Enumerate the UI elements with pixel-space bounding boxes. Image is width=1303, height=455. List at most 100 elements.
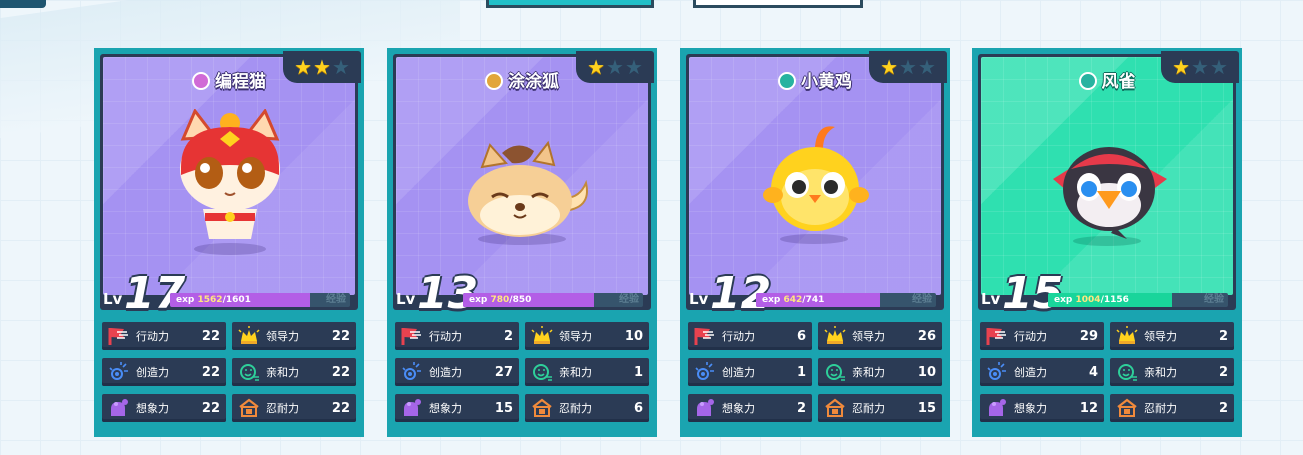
endurance-icon bbox=[238, 398, 260, 418]
smile-icon bbox=[531, 362, 553, 382]
exp-bar: exp 780/850 经验 bbox=[463, 293, 643, 307]
stat-row: 忍耐力 22 bbox=[232, 394, 356, 422]
stat-row: 行动力 22 bbox=[102, 322, 226, 350]
stat-name: 创造力 bbox=[722, 366, 755, 379]
idea-icon bbox=[401, 362, 423, 382]
level-label: Lv bbox=[981, 290, 1001, 308]
stat-row: 行动力 29 bbox=[980, 322, 1104, 350]
flag-run-icon bbox=[401, 326, 423, 346]
chick-character-icon bbox=[759, 119, 879, 253]
pet-name: 风雀 bbox=[1101, 72, 1136, 92]
stat-value: 15 bbox=[917, 400, 936, 416]
stat-name: 领导力 bbox=[1144, 330, 1177, 343]
stat-row: 行动力 6 bbox=[688, 322, 812, 350]
exp-current: 1562 bbox=[197, 295, 223, 305]
element-type-icon bbox=[778, 72, 796, 90]
pet-card[interactable]: 涂涂狐 ★ ★ ★ Lv 13 exp 780/850 经验 行动力 2 领导力… bbox=[387, 48, 657, 437]
stat-row: 忍耐力 15 bbox=[818, 394, 942, 422]
stat-row: 行动力 2 bbox=[395, 322, 519, 350]
stat-value: 1 bbox=[796, 364, 806, 380]
card-art: 小黄鸡 bbox=[689, 57, 941, 295]
exp-current: 780 bbox=[490, 295, 510, 305]
stat-value: 2 bbox=[796, 400, 806, 416]
stat-name: 领导力 bbox=[852, 330, 885, 343]
stat-value: 22 bbox=[331, 364, 350, 380]
cat-character-icon bbox=[165, 108, 295, 263]
level-row: Lv 12 exp 642/741 经验 bbox=[686, 272, 944, 316]
card-art: 风雀 bbox=[981, 57, 1233, 295]
stat-name: 忍耐力 bbox=[559, 402, 592, 415]
stat-row: 领导力 2 bbox=[1110, 322, 1234, 350]
pet-name: 涂涂狐 bbox=[508, 72, 559, 92]
level-row: Lv 15 exp 1004/1156 经验 bbox=[978, 272, 1236, 316]
endurance-icon bbox=[824, 398, 846, 418]
stat-row: 亲和力 10 bbox=[818, 358, 942, 386]
stat-name: 行动力 bbox=[429, 330, 462, 343]
pet-card[interactable]: 小黄鸡 ★ ★ ★ Lv 12 exp 642/741 经验 行动力 6 领导力… bbox=[680, 48, 950, 437]
stat-row: 想象力 12 bbox=[980, 394, 1104, 422]
tab-active[interactable] bbox=[486, 0, 654, 8]
smile-icon bbox=[1116, 362, 1138, 382]
bird-character-icon bbox=[1045, 129, 1175, 253]
stat-row: 亲和力 1 bbox=[525, 358, 649, 386]
stat-value: 6 bbox=[796, 328, 806, 344]
card-art: 编程猫 bbox=[103, 57, 355, 295]
stat-name: 忍耐力 bbox=[266, 402, 299, 415]
exp-current: 1004 bbox=[1075, 295, 1101, 305]
stat-row: 忍耐力 6 bbox=[525, 394, 649, 422]
exp-tag: 经验 bbox=[912, 294, 932, 305]
star-rating: ★ ★ ★ bbox=[869, 51, 947, 83]
level-label: Lv bbox=[689, 290, 709, 308]
stat-value: 22 bbox=[201, 364, 220, 380]
stat-name: 想象力 bbox=[136, 402, 169, 415]
stat-value: 2 bbox=[1218, 328, 1228, 344]
exp-tag: 经验 bbox=[326, 294, 346, 305]
stat-name: 想象力 bbox=[1014, 402, 1047, 415]
stat-row: 忍耐力 2 bbox=[1110, 394, 1234, 422]
star-rating: ★ ★ ★ bbox=[576, 51, 654, 83]
crown-icon bbox=[1116, 326, 1138, 346]
stat-row: 领导力 22 bbox=[232, 322, 356, 350]
stat-value: 15 bbox=[494, 400, 513, 416]
star-rating: ★ ★ ★ bbox=[283, 51, 361, 83]
crown-icon bbox=[531, 326, 553, 346]
stat-name: 领导力 bbox=[559, 330, 592, 343]
flag-run-icon bbox=[108, 326, 130, 346]
stat-row: 领导力 10 bbox=[525, 322, 649, 350]
star-icon: ★ bbox=[294, 55, 313, 79]
thought-icon bbox=[986, 398, 1008, 418]
stat-row: 创造力 22 bbox=[102, 358, 226, 386]
exp-bar: exp 642/741 经验 bbox=[756, 293, 936, 307]
exp-total: /1156 bbox=[1100, 295, 1129, 305]
star-icon: ★ bbox=[899, 55, 917, 79]
stat-value: 22 bbox=[331, 328, 350, 344]
idea-icon bbox=[986, 362, 1008, 382]
exp-total: /1601 bbox=[222, 295, 251, 305]
level-label: Lv bbox=[103, 290, 123, 308]
stat-name: 创造力 bbox=[1014, 366, 1047, 379]
star-icon: ★ bbox=[606, 55, 624, 79]
star-icon: ★ bbox=[624, 55, 643, 79]
exp-tag: 经验 bbox=[619, 294, 639, 305]
pet-name: 小黄鸡 bbox=[801, 72, 852, 92]
pet-name: 编程猫 bbox=[215, 72, 266, 92]
idea-icon bbox=[108, 362, 130, 382]
stat-value: 4 bbox=[1088, 364, 1098, 380]
pet-card[interactable]: 编程猫 ★ ★ ★ Lv 17 exp 1562/1601 经验 行动力 22 … bbox=[94, 48, 364, 437]
exp-tag: 经验 bbox=[1204, 294, 1224, 305]
stat-name: 亲和力 bbox=[559, 366, 592, 379]
level-row: Lv 13 exp 780/850 经验 bbox=[393, 272, 651, 316]
tab-normal[interactable] bbox=[693, 0, 863, 8]
stat-value: 6 bbox=[633, 400, 643, 416]
crown-icon bbox=[238, 326, 260, 346]
star-icon: ★ bbox=[1191, 55, 1209, 79]
stat-name: 行动力 bbox=[722, 330, 755, 343]
idea-icon bbox=[694, 362, 716, 382]
exp-total: /741 bbox=[802, 295, 825, 305]
stat-value: 1 bbox=[633, 364, 643, 380]
pet-card[interactable]: 风雀 ★ ★ ★ Lv 15 exp 1004/1156 经验 行动力 29 领… bbox=[972, 48, 1242, 437]
stat-value: 12 bbox=[1079, 400, 1098, 416]
stat-name: 创造力 bbox=[136, 366, 169, 379]
flag-run-icon bbox=[986, 326, 1008, 346]
stat-name: 创造力 bbox=[429, 366, 462, 379]
